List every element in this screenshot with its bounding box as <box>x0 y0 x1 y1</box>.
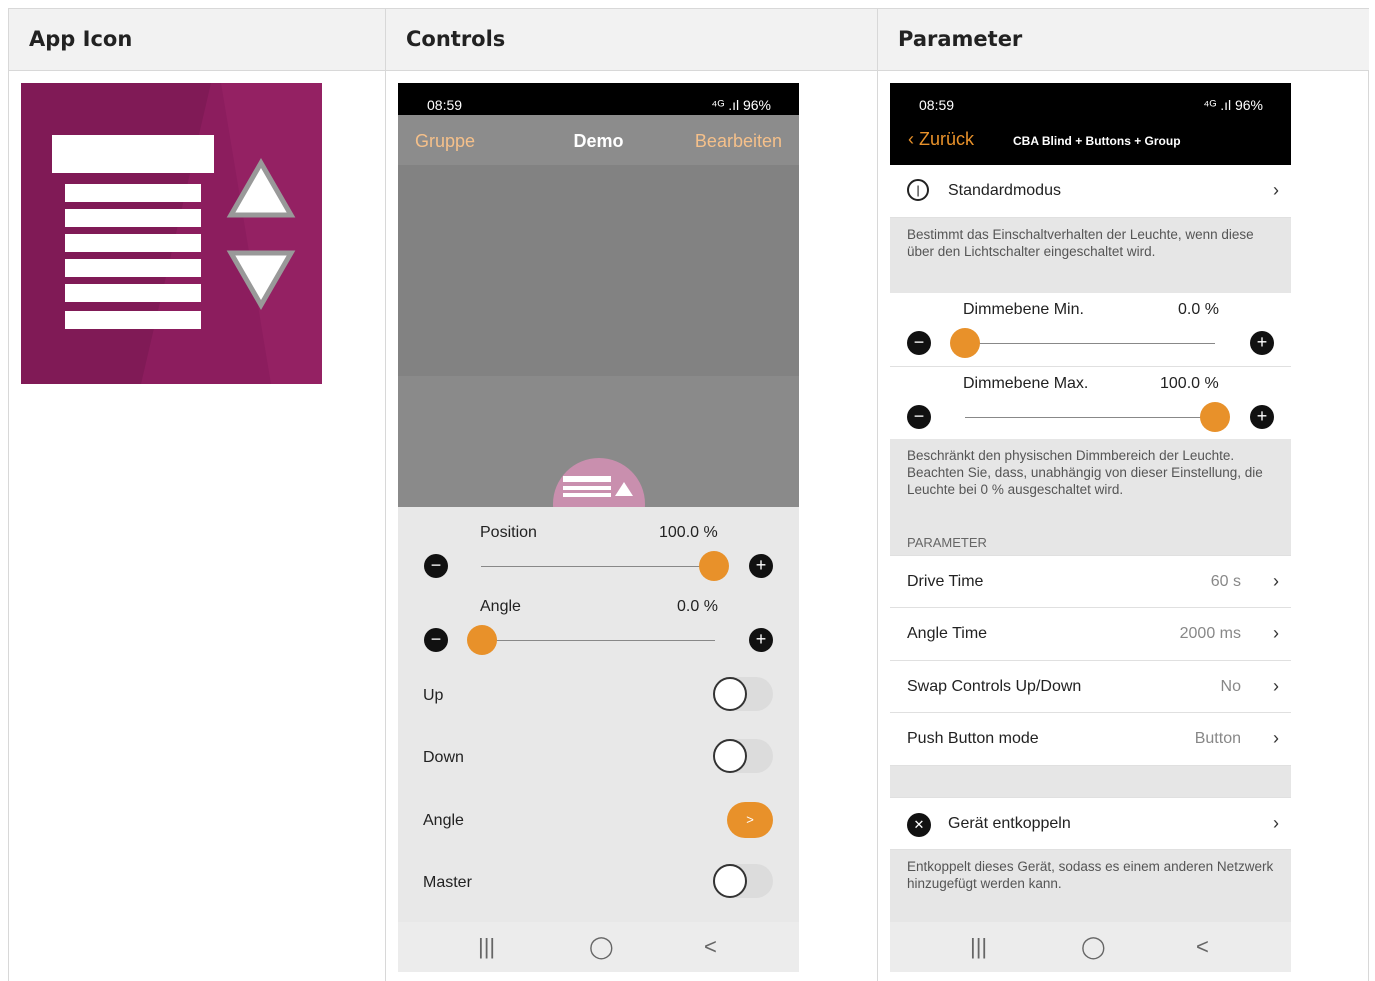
param-row[interactable]: Push Button mode Button › <box>890 713 1291 766</box>
param-label: Angle Time <box>907 625 988 642</box>
device-title: CBA Blind + Buttons + Group <box>1013 134 1181 148</box>
close-icon: ✕ <box>907 813 931 837</box>
chevron-right-icon: › <box>1273 728 1279 748</box>
param-value: Button <box>1194 730 1241 747</box>
plus-icon[interactable]: + <box>1250 331 1274 355</box>
android-nav-bar: ||| ◯ < <box>890 922 1291 972</box>
dim-min-slider-knob[interactable] <box>950 328 980 358</box>
status-indicators: ⁴ᴳ .ıl 96% <box>711 97 771 113</box>
recent-apps-icon[interactable]: ||| <box>970 934 987 960</box>
home-icon[interactable]: ◯ <box>1081 934 1106 960</box>
device-avatar[interactable] <box>553 458 645 507</box>
android-nav-bar: ||| ◯ < <box>398 922 799 972</box>
param-label: Push Button mode <box>907 730 1039 747</box>
back-icon[interactable]: < <box>704 934 717 960</box>
col-title: Parameter <box>898 27 1023 51</box>
col-title: Controls <box>406 27 506 51</box>
dim-min-label: Dimmebene Min. <box>963 301 1084 318</box>
dim-max-slider-knob[interactable] <box>1200 402 1230 432</box>
controls-screen: 08:59 ⁴ᴳ .ıl 96% Gruppe Demo Bearbeiten … <box>398 83 799 972</box>
header-parameter: Parameter <box>878 9 1369 71</box>
angle-arrow-button[interactable]: > <box>727 802 773 838</box>
param-label: Swap Controls Up/Down <box>907 678 1082 695</box>
section-header: PARAMETER <box>907 535 987 550</box>
param-value: 60 s <box>1210 573 1241 590</box>
dim-max-slider-track[interactable] <box>965 417 1215 418</box>
status-time: 08:59 <box>919 97 955 113</box>
header-app-icon: App Icon <box>9 9 386 71</box>
unpair-label: Gerät entkoppeln <box>948 815 1071 832</box>
param-row[interactable]: Angle Time 2000 ms › <box>890 608 1291 661</box>
description-text: Beschränkt den physischen Dimmbereich de… <box>890 439 1291 529</box>
power-icon: | <box>907 179 929 201</box>
master-toggle[interactable] <box>713 864 773 898</box>
status-indicators: ⁴ᴳ .ıl 96% <box>1203 97 1263 113</box>
chevron-right-icon: › <box>1273 813 1279 833</box>
minus-icon[interactable]: − <box>907 405 931 429</box>
param-row[interactable]: Swap Controls Up/Down No › <box>890 661 1291 713</box>
down-label: Down <box>423 749 464 766</box>
angle-label: Angle <box>480 598 521 615</box>
description-text: Bestimmt das Einschaltverhalten der Leuc… <box>890 218 1291 293</box>
up-toggle[interactable] <box>713 677 773 711</box>
status-bar: 08:59 ⁴ᴳ .ıl 96% ‹ Zurück CBA Blind + Bu… <box>890 83 1291 165</box>
divider <box>385 9 386 981</box>
position-label: Position <box>480 524 537 541</box>
description-text: Entkoppelt dieses Gerät, sodass es einem… <box>890 850 1291 922</box>
angle-slider-knob[interactable] <box>467 625 497 655</box>
controls-header: Gruppe Demo Bearbeiten <box>398 115 799 165</box>
back-button[interactable]: ‹ Zurück <box>908 129 974 150</box>
dim-max-value: 100.0 % <box>1160 375 1219 392</box>
home-icon[interactable]: ◯ <box>589 934 614 960</box>
up-label: Up <box>423 687 444 704</box>
position-slider-track[interactable] <box>481 566 715 567</box>
angle-value: 0.0 % <box>677 598 718 615</box>
master-label: Master <box>423 874 472 891</box>
edit-button[interactable]: Bearbeiten <box>695 131 782 152</box>
status-time: 08:59 <box>427 97 463 113</box>
standardmodus-label: Standardmodus <box>948 182 1061 199</box>
status-bar: 08:59 ⁴ᴳ .ıl 96% <box>398 83 799 115</box>
unpair-row[interactable]: ✕ Gerät entkoppeln › <box>890 797 1291 850</box>
minus-icon[interactable]: − <box>424 628 448 652</box>
plus-icon[interactable]: + <box>749 628 773 652</box>
col-title: App Icon <box>29 27 133 51</box>
param-row[interactable]: Drive Time 60 s › <box>890 555 1291 608</box>
param-value: No <box>1220 678 1241 695</box>
chevron-right-icon: › <box>1273 180 1279 200</box>
chevron-right-icon: › <box>1273 623 1279 643</box>
chevron-right-icon: › <box>1273 571 1279 591</box>
blind-icon <box>21 83 322 384</box>
down-toggle[interactable] <box>713 739 773 773</box>
minus-icon[interactable]: − <box>424 554 448 578</box>
parameter-screen: 08:59 ⁴ᴳ .ıl 96% ‹ Zurück CBA Blind + Bu… <box>890 83 1291 972</box>
standardmodus-row[interactable]: | Standardmodus › <box>890 165 1291 218</box>
recent-apps-icon[interactable]: ||| <box>478 934 495 960</box>
plus-icon[interactable]: + <box>749 554 773 578</box>
param-value: 2000 ms <box>1179 625 1241 642</box>
param-label: Drive Time <box>907 573 984 590</box>
plus-icon[interactable]: + <box>1250 405 1274 429</box>
chevron-right-icon: › <box>1273 676 1279 696</box>
header-controls: Controls <box>386 9 878 71</box>
dim-sliders: Dimmebene Min. 0.0 % − + Dimmebene Max. … <box>890 293 1291 439</box>
position-value: 100.0 % <box>659 524 718 541</box>
angle-switch-label: Angle <box>423 812 464 829</box>
dim-min-slider-track[interactable] <box>965 343 1215 344</box>
divider <box>877 9 878 981</box>
angle-slider-track[interactable] <box>481 640 715 641</box>
back-icon[interactable]: < <box>1196 934 1209 960</box>
dim-min-value: 0.0 % <box>1178 301 1219 318</box>
preview-area <box>398 165 799 376</box>
minus-icon[interactable]: − <box>907 331 931 355</box>
dim-max-label: Dimmebene Max. <box>963 375 1089 392</box>
preview-lower <box>398 376 799 507</box>
position-slider-knob[interactable] <box>699 551 729 581</box>
chevron-left-icon: ‹ <box>908 129 919 149</box>
blind-app-icon <box>21 83 322 384</box>
